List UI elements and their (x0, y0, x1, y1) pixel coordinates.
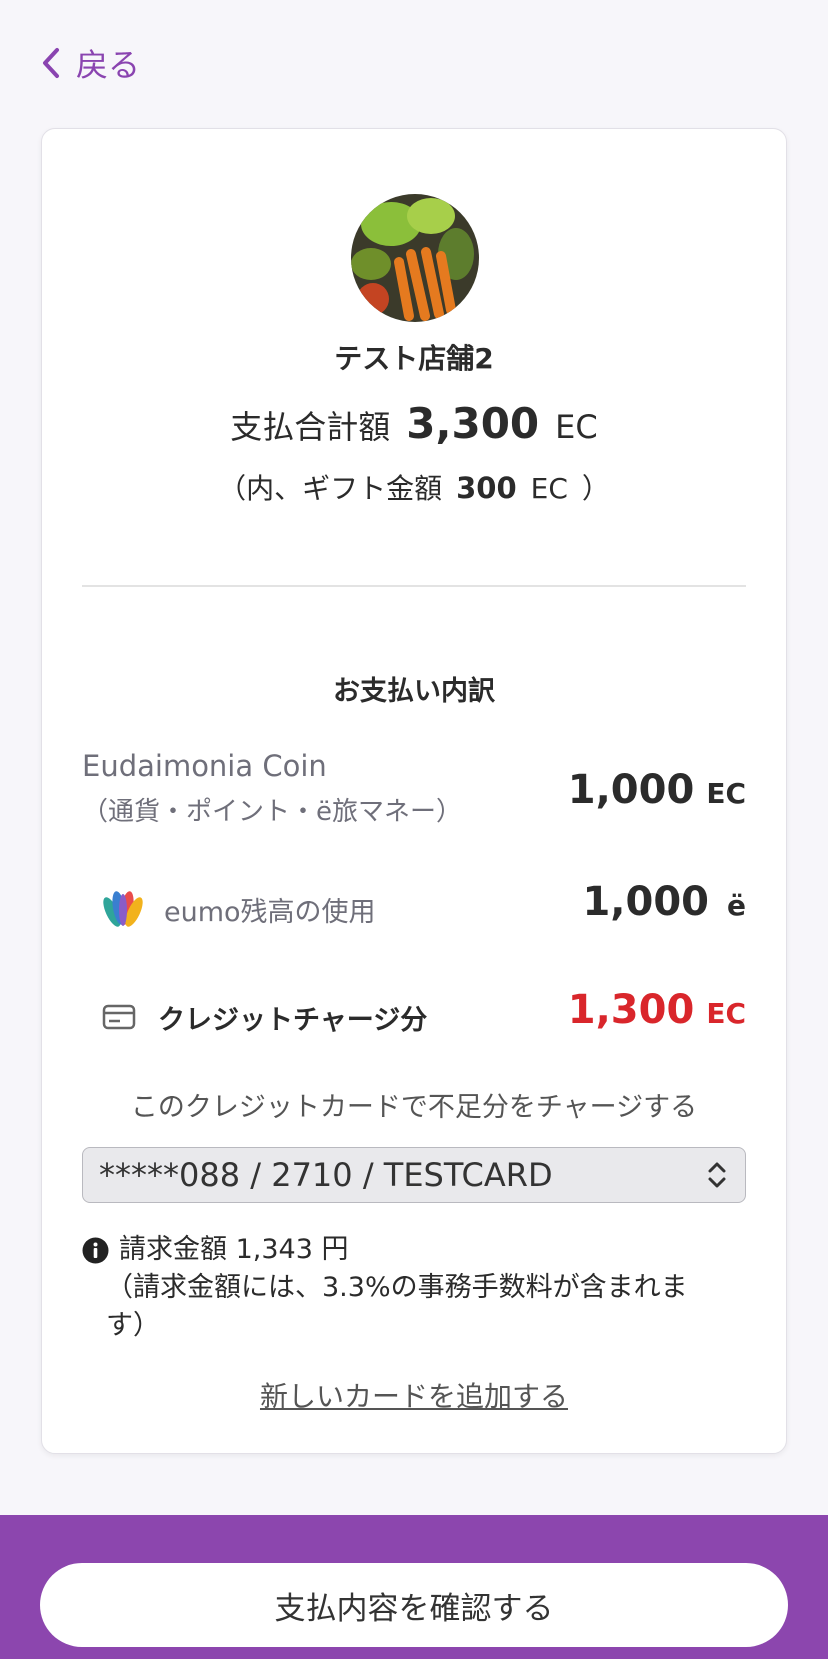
payment-card: テスト店舗2 支払合計額 3,300 EC （内、ギフト金額 300 EC ） … (41, 128, 787, 1454)
eumo-label: eumo残高の使用 (164, 896, 376, 928)
gift-amount-line: （内、ギフト金額 300 EC ） (42, 467, 786, 507)
footer-bar: 支払内容を確認する (0, 1515, 828, 1659)
gift-unit: EC (530, 472, 568, 505)
gift-amount: 300 (456, 471, 517, 505)
payment-total: 支払合計額 3,300 EC (42, 399, 786, 448)
fee-note: （請求金額には、3.3%の事務手数料が含まれます） (106, 1272, 688, 1341)
back-button[interactable]: 戻る (40, 40, 140, 86)
billing-amount: 請求金額 1,343 円 (119, 1234, 349, 1265)
eumo-logo-icon (103, 891, 143, 927)
total-unit: EC (555, 408, 598, 446)
total-label: 支払合計額 (230, 408, 391, 446)
add-card-link[interactable]: 新しいカードを追加する (42, 1375, 786, 1415)
credit-charge-label: クレジットチャージ分 (158, 1004, 428, 1036)
breakdown-title: お支払い内訳 (333, 676, 495, 707)
credit-card-icon (102, 1004, 136, 1030)
info-icon (82, 1237, 109, 1263)
eumo-amount: 1,000 (582, 879, 709, 925)
card-select[interactable]: *****088 / 2710 / TESTCARD (82, 1147, 746, 1203)
card-select-value: *****088 / 2710 / TESTCARD (99, 1156, 553, 1194)
confirm-payment-button[interactable]: 支払内容を確認する (40, 1563, 788, 1647)
billing-info: 請求金額 1,343 円 （請求金額には、3.3%の事務手数料が含まれます） (82, 1231, 726, 1345)
ec-amount: 1,000 (567, 767, 695, 813)
credit-charge-row: クレジットチャージ分 1,300 EC (102, 987, 746, 1047)
gift-prefix: （内、ギフト金額 (218, 472, 443, 505)
eumo-unit: ë (727, 889, 746, 922)
ec-row: Eudaimonia Coin （通貨・ポイント・ë旅マネー） 1,000 EC (82, 749, 746, 839)
divider (82, 585, 746, 587)
total-amount: 3,300 (406, 399, 540, 448)
ec-unit: EC (706, 777, 746, 810)
shop-avatar (351, 194, 479, 322)
charge-note: このクレジットカードで不足分をチャージする (130, 1092, 698, 1123)
shop-name: テスト店舗2 (334, 342, 494, 375)
chevron-up-down-icon (708, 1162, 726, 1188)
gift-suffix: ） (581, 472, 610, 505)
chevron-left-icon (43, 48, 59, 78)
credit-charge-unit: EC (706, 997, 746, 1030)
credit-charge-amount: 1,300 (567, 987, 695, 1033)
back-label: 戻る (76, 46, 141, 84)
eumo-row: eumo残高の使用 1,000 ë (102, 879, 746, 939)
